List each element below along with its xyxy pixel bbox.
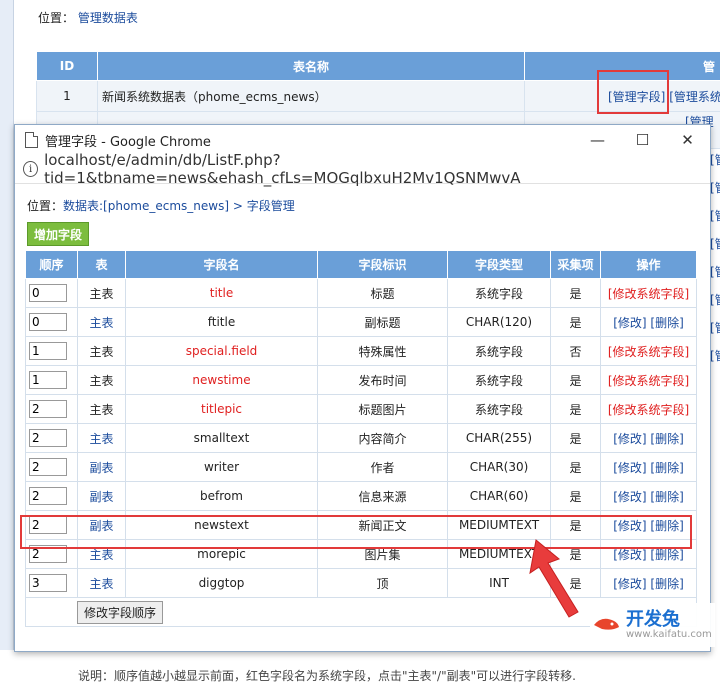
watermark-brand: 开发兔 (626, 605, 680, 631)
watermark-logo: 开发兔 www.kaifatu.com (590, 603, 715, 647)
rabbit-logo-icon (592, 611, 620, 635)
help-note: 说明：顺序值越小越显示前面，红色字段名为系统字段，点击"主表"/"副表"可以进行… (78, 667, 576, 684)
watermark-url: www.kaifatu.com (626, 629, 712, 640)
annotation-arrow (0, 0, 720, 650)
